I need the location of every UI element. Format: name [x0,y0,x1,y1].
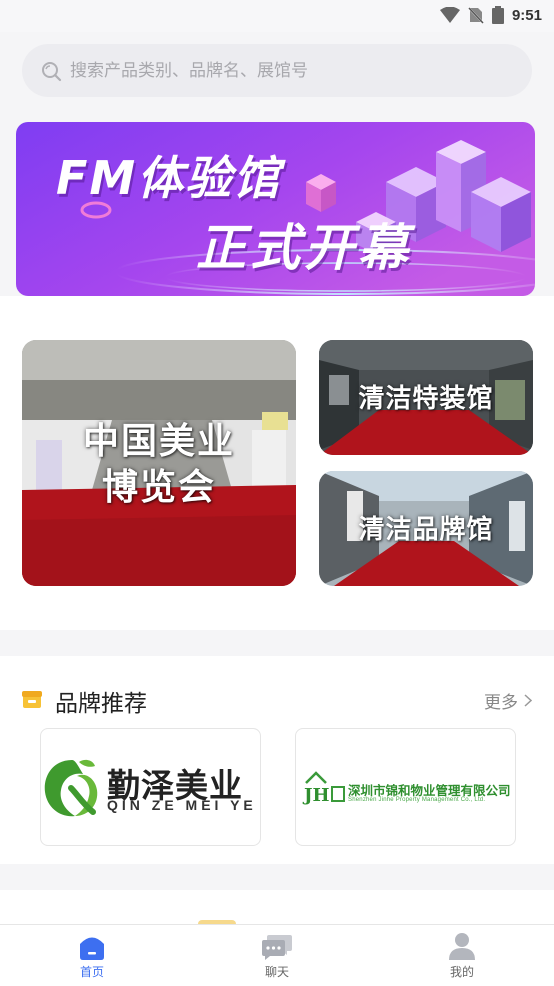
hall-label: 清洁特装馆 [358,384,494,414]
banner-subtitle: 正式开幕 [196,219,412,277]
chevron-right-icon [524,694,532,707]
brand-section-title: 品牌推荐 [55,691,147,717]
tab-label: 首页 [79,965,104,979]
battery-icon [491,6,504,24]
brand-english-name: Shenzhen Jinhe Property Management Co., … [348,797,486,803]
status-bar: 9:51 [0,0,554,32]
user-icon [449,933,475,960]
tab-profile[interactable]: 我的 [417,931,507,980]
home-icon [80,937,104,960]
bottom-tab-bar: 首页 聊天 我的 [0,924,554,986]
qinze-logo-icon [44,759,98,817]
brand-card-qinze[interactable]: 勤泽美业 QIN ZE MEI YE [40,728,261,846]
search-icon [42,61,62,81]
no-sim-icon [467,6,484,24]
tab-chat[interactable]: 聊天 [232,931,322,980]
store-icon [22,691,42,708]
tab-home[interactable]: 首页 [47,931,137,980]
search-bar[interactable] [22,44,532,97]
tab-label: 聊天 [264,965,289,979]
brand-pinyin: QIN ZE MEI YE [107,797,257,813]
more-label: 更多 [484,693,518,713]
brand-card-jinhe[interactable]: JH 深圳市锦和物业管理有限公司 Shenzhen Jinhe Property… [295,728,516,846]
hall-card-beauty-expo[interactable]: 中国美业 博览会 [22,340,296,586]
promo-banner[interactable]: FM体验馆 正式开幕 [16,122,535,296]
hall-card-cleaning-special[interactable]: 清洁特装馆 [319,340,533,455]
jinhe-logo-icon: JH [302,771,345,805]
chat-icon [262,935,292,960]
status-time: 9:51 [511,6,542,24]
exhibition-halls: 中国美业 博览会 清洁特装馆 清洁品牌馆 [0,296,554,630]
hall-card-cleaning-brand[interactable]: 清洁品牌馆 [319,471,533,586]
hall-label-line1: 中国美业 [82,420,235,462]
brand-recommendations: 品牌推荐 更多 勤泽美业 QIN ZE MEI YE JH 深圳市锦和物业管理有… [0,656,554,864]
hall-label: 清洁品牌馆 [358,515,494,545]
tab-label: 我的 [449,965,474,979]
svg-text:JH: JH [302,785,330,805]
hall-label-line2: 博览会 [101,466,216,508]
search-input[interactable] [70,60,510,81]
wifi-icon [439,7,460,23]
status-icons: 9:51 [439,6,542,24]
more-brands-link[interactable]: 更多 [484,688,532,713]
banner-title: FM体验馆 [56,151,282,205]
hall-label: 中国美业 博览会 [22,418,296,510]
